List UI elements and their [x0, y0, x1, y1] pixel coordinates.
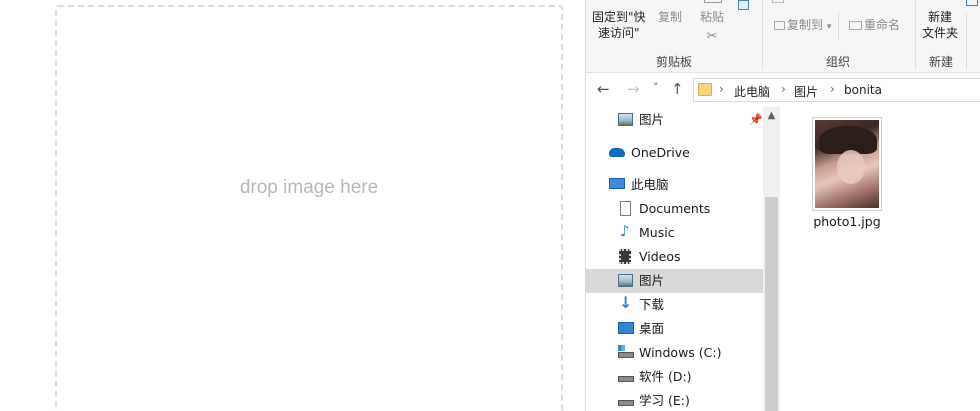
- file-list-pane: photo1.jpg: [781, 107, 980, 411]
- address-bar[interactable]: › 此电脑 › 图片 › bonita: [693, 78, 980, 102]
- pin-icon[interactable]: 📌: [749, 108, 763, 132]
- ribbon-separator: [838, 12, 839, 40]
- nav-item-label: 下载: [639, 297, 665, 312]
- pin-to-quick-access-label-line2: 速访问": [598, 26, 640, 40]
- breadcrumb-bonita[interactable]: bonita: [844, 83, 882, 97]
- pin-to-quick-access-button[interactable]: 固定到"快 速访问": [592, 9, 646, 41]
- recent-locations-chevron-down-icon[interactable]: ˅: [653, 81, 659, 94]
- move-to-icon: [772, 0, 784, 3]
- desktop-icon: [618, 322, 634, 334]
- nav-item-desktop[interactable]: 桌面: [586, 317, 764, 341]
- rename-label: 重命名: [864, 18, 901, 32]
- paste-label: 粘贴: [700, 10, 725, 24]
- rename-button[interactable]: 重命名: [849, 17, 900, 33]
- copy-button[interactable]: 复制: [658, 9, 682, 25]
- nav-item-label: 学习 (E:): [639, 393, 690, 408]
- nav-item-label: 此电脑: [631, 177, 669, 192]
- photo-face-shape: [837, 150, 865, 184]
- paste-clipboard-icon: [704, 0, 722, 3]
- nav-item-label: OneDrive: [631, 145, 690, 160]
- copy-to-dropdown-arrow: ▾: [826, 22, 832, 32]
- pin-to-quick-access-label-line1: 固定到"快: [592, 10, 646, 24]
- forward-arrow-icon[interactable]: →: [627, 80, 640, 98]
- documents-icon: [620, 201, 631, 216]
- windows-logo-icon: [618, 345, 625, 351]
- nav-item-this-pc[interactable]: 此电脑: [586, 173, 764, 197]
- nav-item-drive-e[interactable]: 学习 (E:): [586, 389, 764, 411]
- nav-item-downloads[interactable]: ↓ 下载: [586, 293, 764, 317]
- nav-item-label: Music: [639, 225, 675, 240]
- copy-to-button[interactable]: 复制到 ▾: [774, 17, 831, 35]
- drive-icon: [618, 400, 634, 406]
- clipboard-group-label: 剪贴板: [656, 55, 693, 69]
- nav-pane-scrollbar[interactable]: ▲: [763, 107, 780, 411]
- breadcrumb-separator: ›: [781, 82, 786, 96]
- paste-button[interactable]: 粘贴 ✂: [700, 9, 724, 45]
- drop-zone-text: drop image here: [239, 176, 379, 198]
- new-folder-label-line2: 文件夹: [922, 26, 959, 40]
- ribbon-separator: [915, 0, 916, 70]
- nav-item-onedrive[interactable]: OneDrive: [586, 141, 764, 165]
- folder-icon: [698, 83, 712, 96]
- nav-item-pictures[interactable]: 图片: [586, 269, 764, 293]
- ribbon: 固定到"快 速访问" 复制 粘贴 ✂ 复制到 ▾ 重命名 新建 文件夹 剪贴板 …: [586, 0, 980, 73]
- ribbon-separator: [762, 0, 763, 70]
- this-pc-icon: [609, 178, 625, 189]
- back-arrow-icon[interactable]: ←: [597, 80, 610, 98]
- breadcrumb-this-pc[interactable]: 此电脑: [734, 83, 770, 100]
- nav-item-label: Documents: [639, 201, 711, 216]
- new-group-label: 新建: [929, 55, 954, 69]
- nav-item-label: Windows (C:): [639, 345, 722, 360]
- nav-item-music[interactable]: ♪ Music: [586, 221, 764, 245]
- videos-icon: [619, 249, 631, 264]
- scroll-up-arrow-icon[interactable]: ▲: [763, 107, 780, 124]
- nav-item-windows-c[interactable]: Windows (C:): [586, 341, 764, 365]
- breadcrumb-separator: ›: [830, 82, 835, 96]
- file-explorer-window: 固定到"快 速访问" 复制 粘贴 ✂ 复制到 ▾ 重命名 新建 文件夹 剪贴板 …: [585, 0, 980, 411]
- address-row: ← → ˅ ↑ › 此电脑 › 图片 › bonita: [586, 74, 980, 106]
- drive-icon: [618, 352, 634, 358]
- file-name: photo1.jpg: [813, 214, 881, 229]
- navigation-pane: 图片 📌 OneDrive 此电脑 Documents ♪ Music Vide…: [586, 107, 764, 411]
- new-folder-label-line1: 新建: [928, 10, 953, 24]
- photo-thumbnail-image: [815, 120, 879, 208]
- up-arrow-icon[interactable]: ↑: [671, 80, 684, 98]
- upload-panel: drop image here: [0, 0, 585, 411]
- nav-item-label: 桌面: [639, 321, 665, 336]
- rename-icon: [849, 21, 862, 30]
- screen: drop image here 固定到"快 速访问" 复制 粘贴 ✂ 复制到 ▾: [0, 0, 980, 411]
- drive-icon: [618, 376, 634, 382]
- nav-item-label: 软件 (D:): [639, 369, 692, 384]
- scrollbar-thumb[interactable]: [765, 197, 778, 411]
- downloads-icon: ↓: [619, 293, 633, 312]
- drop-zone[interactable]: drop image here: [55, 5, 563, 411]
- organize-group-label: 组织: [826, 55, 851, 69]
- pictures-icon: [618, 274, 633, 287]
- onedrive-icon: [609, 148, 625, 157]
- cut-icon[interactable]: ✂: [700, 29, 724, 45]
- breadcrumb-pictures[interactable]: 图片: [794, 83, 818, 100]
- paste-shortcut-icon[interactable]: [738, 0, 749, 10]
- ribbon-separator: [966, 14, 967, 70]
- pictures-icon: [618, 113, 633, 126]
- nav-item-label: 图片: [639, 273, 665, 288]
- nav-item-drive-d[interactable]: 软件 (D:): [586, 365, 764, 389]
- copy-label: 复制: [658, 10, 683, 24]
- nav-item-pictures-quick-access[interactable]: 图片 📌: [586, 108, 764, 132]
- breadcrumb-separator: ›: [719, 82, 724, 96]
- copy-to-label: 复制到: [787, 18, 824, 32]
- nav-item-label: Videos: [639, 249, 681, 264]
- nav-item-videos[interactable]: Videos: [586, 245, 764, 269]
- new-item-icon[interactable]: [966, 0, 978, 6]
- nav-item-label: 图片: [639, 112, 665, 127]
- photo-thumbnail: [812, 117, 882, 211]
- new-folder-button[interactable]: 新建 文件夹: [922, 9, 958, 41]
- music-icon: ♪: [620, 222, 630, 240]
- copy-to-icon: [774, 21, 785, 30]
- nav-item-documents[interactable]: Documents: [586, 197, 764, 221]
- file-item[interactable]: photo1.jpg: [809, 117, 885, 229]
